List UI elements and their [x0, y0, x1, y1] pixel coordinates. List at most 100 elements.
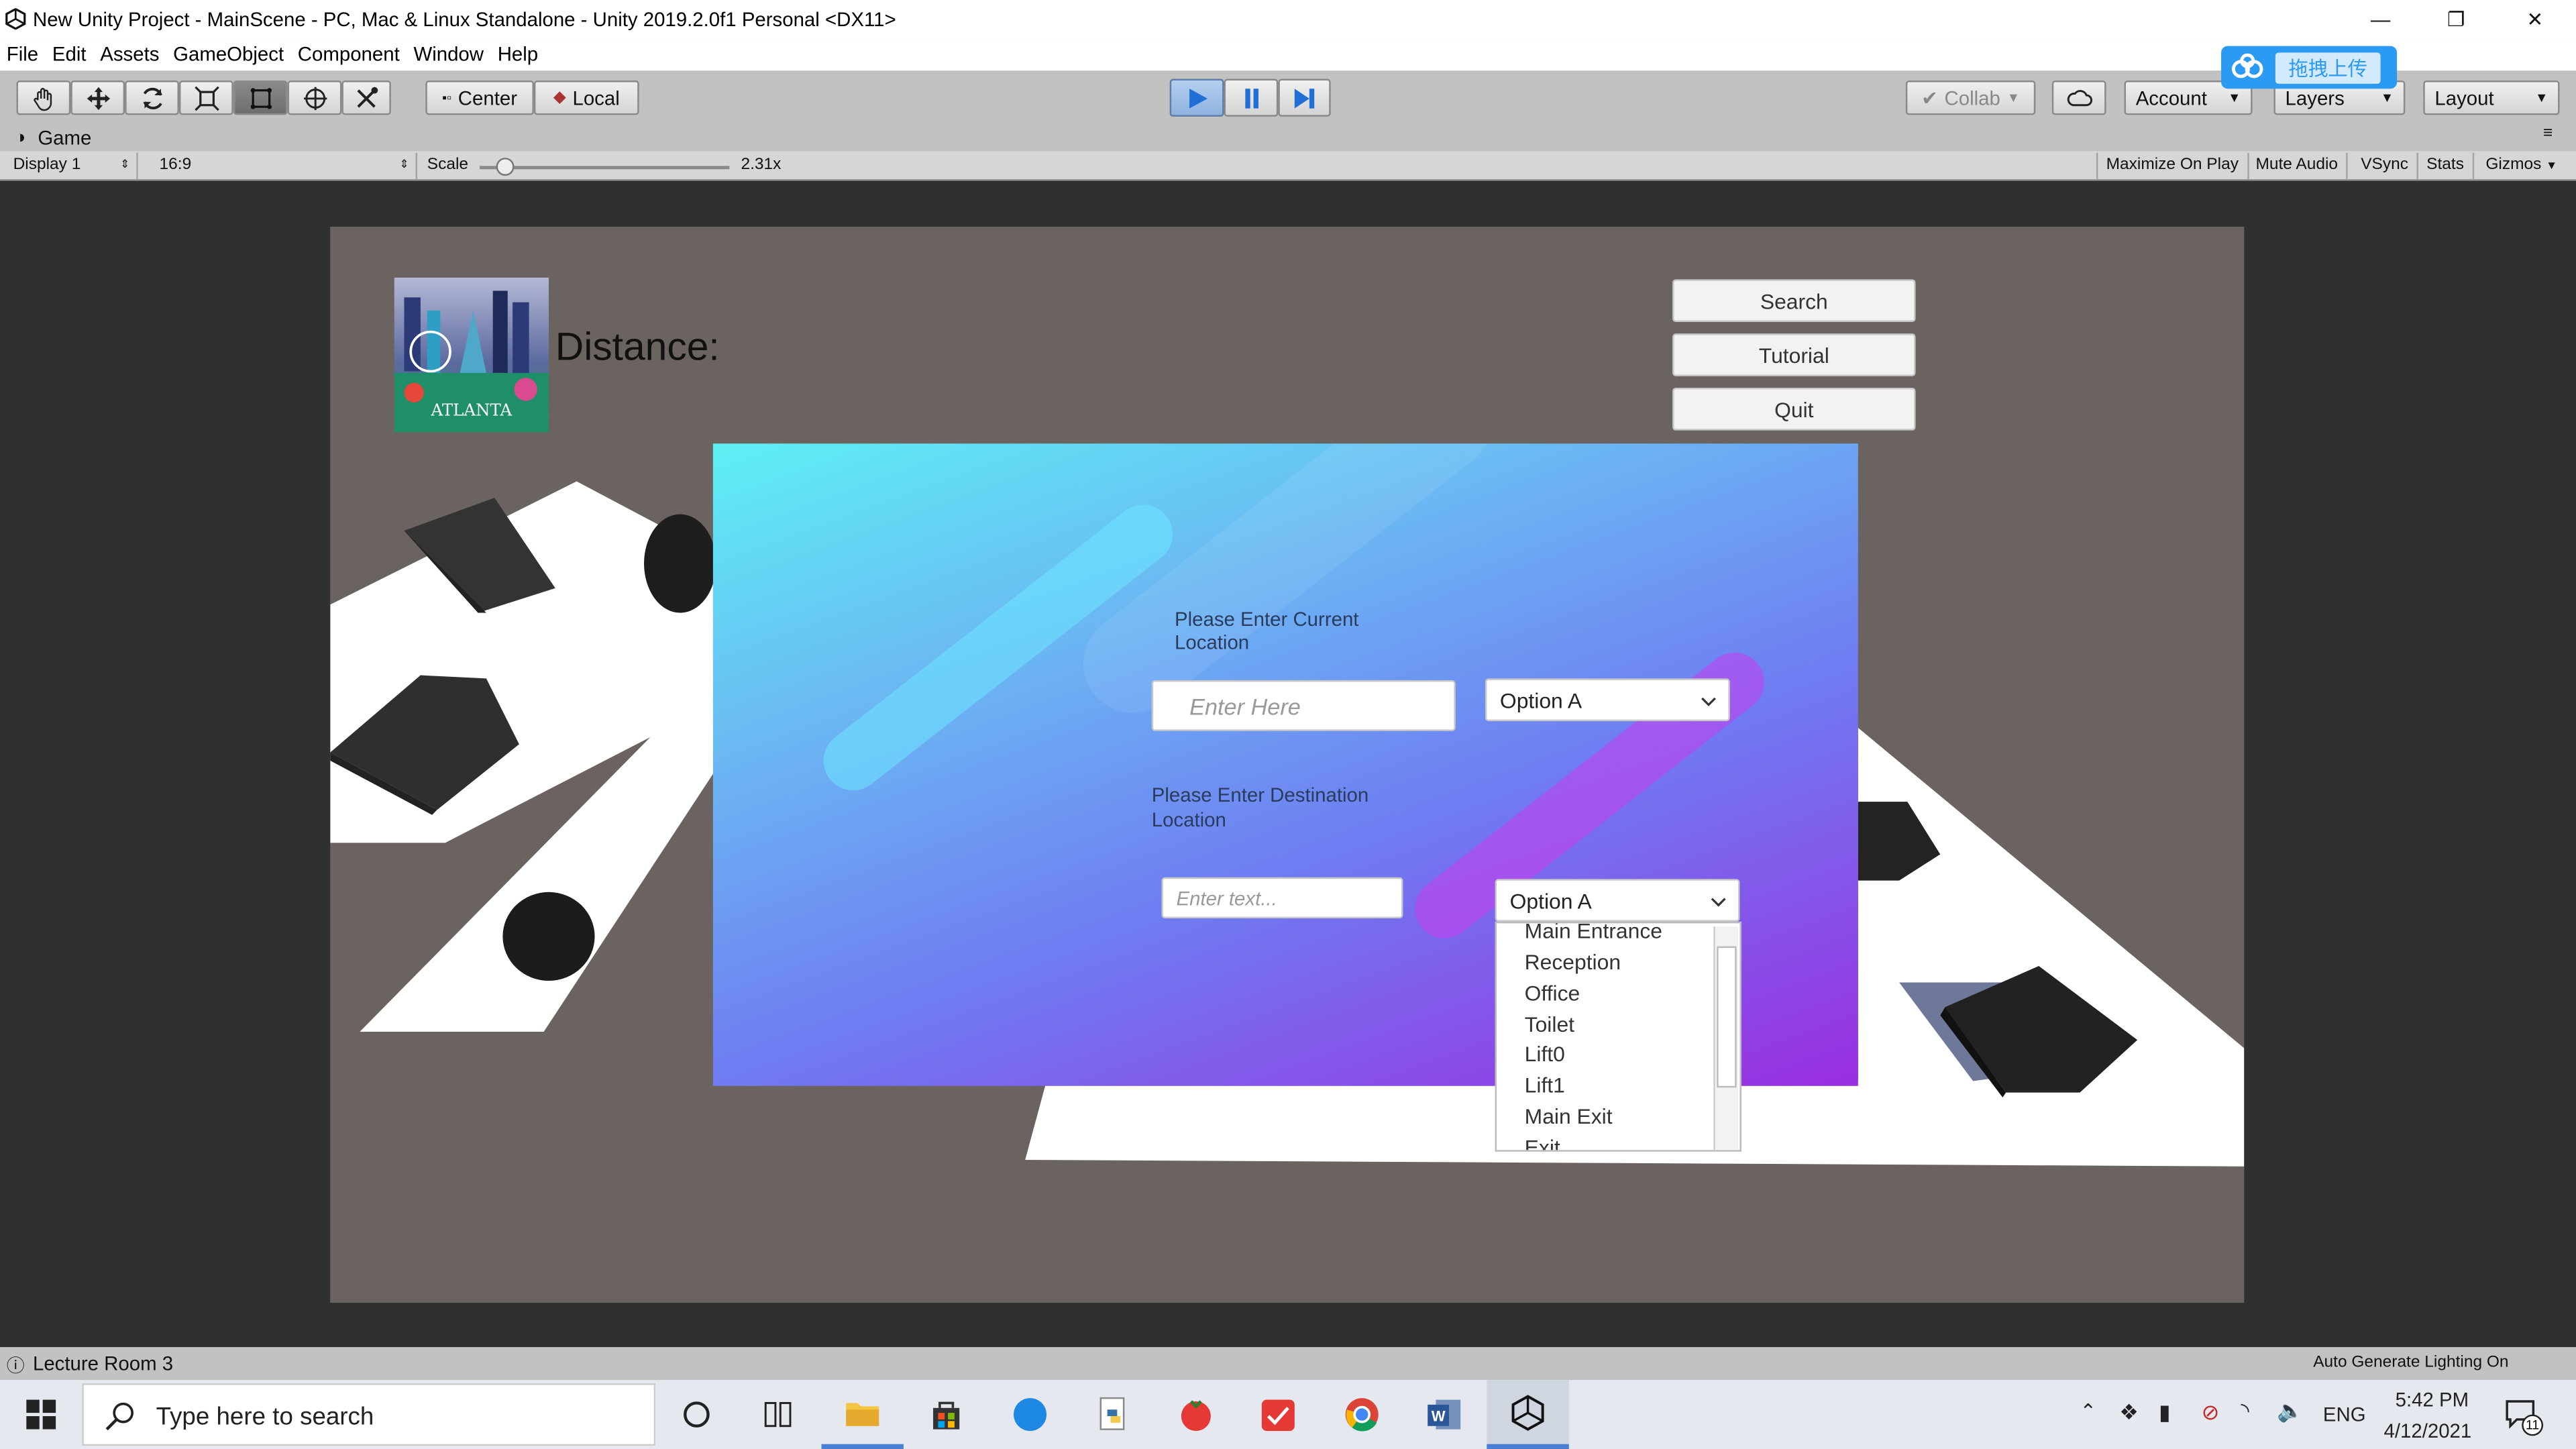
mute-label: Mute Audio: [2255, 156, 2339, 174]
option-exit[interactable]: Exit: [1525, 1135, 1560, 1150]
layout-dropdown[interactable]: Layout ▼: [2423, 80, 2560, 115]
maximize-on-play-toggle[interactable]: Maximize On Play: [2096, 152, 2249, 179]
chrome-button[interactable]: [1321, 1380, 1403, 1449]
option-toilet[interactable]: Toilet: [1525, 1012, 1574, 1037]
display-dropdown[interactable]: Display 1 ⇕: [5, 152, 138, 179]
search-button[interactable]: Search: [1672, 279, 1916, 323]
game-scene[interactable]: ATLANTA Distance: Search Tutorial Quit P…: [330, 226, 2245, 1303]
destination-input[interactable]: Enter text...: [1161, 877, 1403, 918]
menu-assets[interactable]: Assets: [100, 43, 159, 66]
chrome-icon: [1345, 1398, 1379, 1432]
option-lift0[interactable]: Lift0: [1525, 1042, 1565, 1067]
calendar-app-button[interactable]: [1237, 1380, 1319, 1449]
chevron-down-icon: ▼: [2006, 90, 2021, 105]
tray-overflow-icon[interactable]: ⌃: [2080, 1400, 2096, 1423]
wifi-icon[interactable]: ◝: [2241, 1398, 2249, 1424]
collab-button[interactable]: ✔ Collab ▼: [1905, 80, 2036, 115]
vsync-toggle[interactable]: VSync: [2353, 152, 2418, 179]
destination-placeholder: Enter text...: [1176, 887, 1277, 910]
menu-component[interactable]: Component: [298, 43, 400, 66]
quit-button[interactable]: Quit: [1672, 387, 1916, 431]
restore-button[interactable]: ❐: [2418, 0, 2494, 40]
task-view-button[interactable]: [738, 1380, 820, 1449]
close-button[interactable]: ✕: [2497, 0, 2573, 40]
options-scrollbar[interactable]: [1713, 926, 1739, 1150]
option-office[interactable]: Office: [1525, 981, 1580, 1006]
play-button[interactable]: [1169, 78, 1224, 117]
destination-dropdown[interactable]: Option A: [1495, 879, 1740, 922]
pivot-center-button[interactable]: ▪▫ Center: [425, 80, 534, 115]
word-button[interactable]: W: [1403, 1380, 1485, 1449]
destination-options-list[interactable]: Main Entrance Reception Office Toilet Li…: [1495, 921, 1741, 1152]
dropbox-icon[interactable]: ❖: [2119, 1400, 2139, 1426]
tomato-app-button[interactable]: [1155, 1380, 1237, 1449]
pause-icon: [1244, 88, 1258, 108]
clock-time[interactable]: 5:42 PM: [2396, 1388, 2469, 1411]
hand-tool-button[interactable]: [16, 80, 71, 115]
menu-gameobject[interactable]: GameObject: [173, 43, 284, 66]
language-indicator[interactable]: ENG: [2323, 1403, 2366, 1426]
move-tool-button[interactable]: [70, 80, 125, 115]
custom-tool-button[interactable]: [341, 80, 391, 115]
tomato-icon: [1181, 1400, 1211, 1432]
taskbar-search-box[interactable]: Type here to search: [82, 1383, 656, 1446]
app-button-blue[interactable]: [989, 1380, 1071, 1449]
start-button[interactable]: [0, 1380, 82, 1449]
cortana-circle-icon: [684, 1401, 710, 1428]
rotate-tool-button[interactable]: [125, 80, 179, 115]
menu-edit[interactable]: Edit: [52, 43, 87, 66]
aspect-dropdown[interactable]: 16:9 ⇕: [151, 152, 418, 179]
minimize-button[interactable]: —: [2343, 0, 2418, 40]
network-error-icon[interactable]: ⊘: [2202, 1400, 2220, 1426]
scale-slider-thumb[interactable]: [495, 158, 514, 176]
store-button[interactable]: [905, 1380, 987, 1449]
stats-toggle[interactable]: Stats: [2418, 152, 2474, 179]
scale-tool-button[interactable]: [178, 80, 233, 115]
step-button[interactable]: [1278, 78, 1331, 117]
cortana-button[interactable]: [655, 1380, 737, 1449]
local-cube-icon: ◆: [553, 89, 566, 107]
unity-taskbar-button[interactable]: [1487, 1380, 1569, 1449]
updown-icon: ⇕: [120, 159, 130, 171]
pivot-local-button[interactable]: ◆ Local: [533, 80, 639, 115]
current-dropdown-value: Option A: [1499, 688, 1582, 713]
current-location-dropdown[interactable]: Option A: [1485, 678, 1730, 722]
notifications-button[interactable]: 11: [2504, 1397, 2544, 1436]
current-location-input[interactable]: Enter Here: [1151, 680, 1456, 731]
transform-tool-button[interactable]: [287, 80, 342, 115]
menu-help[interactable]: Help: [498, 43, 538, 66]
python-button[interactable]: [1073, 1380, 1155, 1449]
display-label: Display 1: [13, 156, 81, 174]
battery-icon[interactable]: ▮: [2159, 1400, 2171, 1426]
tutorial-button[interactable]: Tutorial: [1672, 333, 1916, 376]
tab-menu-icon[interactable]: ≡: [2543, 125, 2553, 143]
gizmos-dropdown[interactable]: Gizmos ▼: [2477, 153, 2565, 179]
step-icon: [1294, 88, 1315, 108]
mute-audio-toggle[interactable]: Mute Audio: [2247, 152, 2348, 179]
clock-date[interactable]: 4/12/2021: [2383, 1419, 2471, 1442]
file-explorer-button[interactable]: [821, 1380, 904, 1449]
options-scrollbar-thumb[interactable]: [1717, 946, 1737, 1088]
rect-tool-button[interactable]: [233, 80, 288, 115]
menu-window[interactable]: Window: [413, 43, 484, 66]
playback-controls: [1169, 78, 1331, 117]
menu-file[interactable]: File: [7, 43, 38, 66]
option-lift1[interactable]: Lift1: [1525, 1073, 1565, 1097]
aspect-label: 16:9: [159, 156, 192, 174]
option-reception[interactable]: Reception: [1525, 950, 1621, 975]
cloud-button[interactable]: [2051, 80, 2106, 115]
notification-count: 11: [2522, 1414, 2544, 1436]
scale-slider-track[interactable]: [480, 166, 730, 170]
chevron-down-icon: [1711, 898, 1726, 907]
upload-widget[interactable]: 拖拽上传: [2221, 46, 2398, 89]
option-main-entrance[interactable]: Main Entrance: [1525, 923, 1662, 943]
pause-button[interactable]: [1224, 78, 1279, 117]
move-arrows-icon: [86, 86, 109, 109]
gizmos-label: Gizmos: [2485, 156, 2542, 174]
search-icon: [105, 1402, 133, 1431]
chevron-down-icon: [1701, 697, 1716, 706]
layout-label: Layout: [2434, 86, 2494, 109]
option-main-exit[interactable]: Main Exit: [1525, 1104, 1613, 1129]
game-tab-title[interactable]: Game: [38, 127, 91, 150]
volume-icon[interactable]: 🔈: [2277, 1398, 2304, 1424]
